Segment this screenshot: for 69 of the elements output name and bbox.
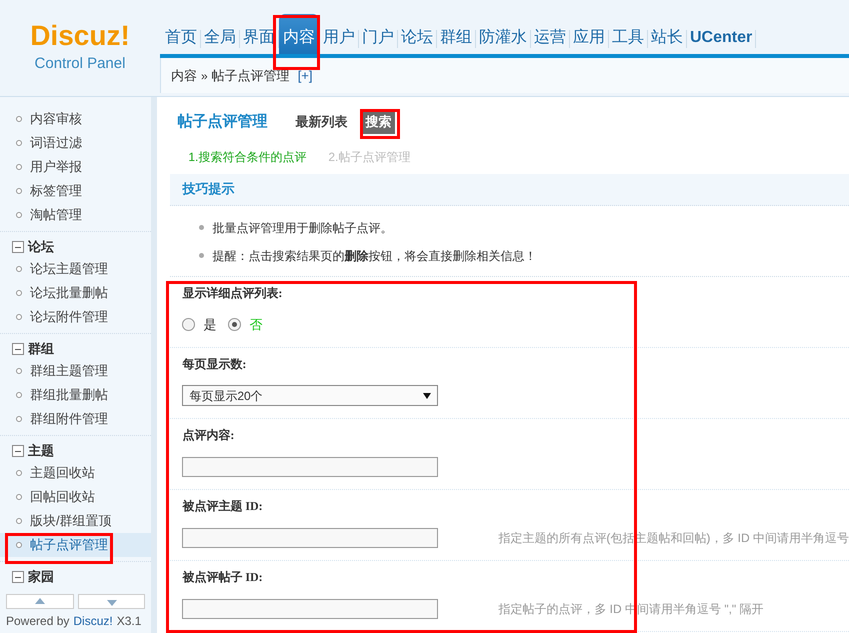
add-shortcut-link[interactable]: [+] bbox=[298, 66, 313, 86]
step-label: 1.搜索符合条件的点评 bbox=[188, 148, 306, 166]
sidebar-item[interactable]: 词语过滤 bbox=[0, 131, 152, 155]
field-label: 被点评主题 ID: bbox=[182, 498, 264, 514]
collapse-icon[interactable] bbox=[12, 343, 24, 355]
page-tab[interactable]: 最新列表 bbox=[291, 110, 352, 134]
nav-tab[interactable]: 应用 bbox=[570, 26, 608, 54]
breadcrumb-item[interactable]: 内容 bbox=[171, 66, 197, 86]
field-label: 被点评帖子 ID: bbox=[182, 568, 264, 586]
input-field[interactable] bbox=[182, 528, 438, 548]
highlight-frame bbox=[273, 15, 320, 70]
step-label: 2.帖子点评管理 bbox=[328, 148, 410, 166]
highlight-frame bbox=[360, 109, 400, 139]
nav-tab[interactable]: 全局 bbox=[201, 26, 239, 54]
sidebar-item[interactable]: 论坛附件管理 bbox=[0, 305, 152, 329]
input-field[interactable] bbox=[182, 598, 438, 618]
sidebar-item[interactable]: 论坛主题管理 bbox=[0, 257, 152, 281]
nav-tab[interactable]: 运营 bbox=[531, 26, 569, 54]
collapse-icon[interactable] bbox=[12, 445, 24, 457]
footer-text: Powered by bbox=[6, 613, 70, 630]
sidebar-group-title[interactable]: 家园 bbox=[28, 567, 54, 587]
up-arrow-icon bbox=[34, 598, 45, 606]
sidebar-item[interactable]: 版块/群组置顶 bbox=[0, 509, 152, 533]
footer-link[interactable]: Discuz! bbox=[73, 612, 113, 630]
sidebar-group-title[interactable]: 主题 bbox=[28, 441, 54, 461]
sidebar-item[interactable]: 回帖回收站 bbox=[0, 485, 152, 509]
version-text: X3.1 bbox=[116, 613, 142, 630]
nav-tab[interactable]: 论坛 bbox=[398, 26, 436, 54]
dropdown-caret-icon bbox=[423, 392, 432, 398]
sidebar-item[interactable]: 标签管理 bbox=[0, 179, 152, 203]
tip-text: 提醒：点击搜索结果页的删除按钮，将会直接删除相关信息！ bbox=[212, 248, 536, 264]
sidebar-item[interactable]: 主题回收站 bbox=[0, 461, 152, 485]
radio-label[interactable]: 是 bbox=[203, 314, 216, 334]
breadcrumb-separator: » bbox=[201, 68, 208, 84]
scroll-down-button[interactable] bbox=[78, 594, 146, 609]
nav-tab[interactable]: 界面 bbox=[240, 26, 278, 54]
nav-tab[interactable]: 工具 bbox=[609, 26, 647, 54]
tip-text: 批量点评管理用于删除帖子点评。 bbox=[212, 220, 392, 236]
collapse-icon[interactable] bbox=[12, 571, 24, 583]
nav-tab[interactable]: 防灌水 bbox=[476, 26, 530, 54]
scroll-up-button[interactable] bbox=[6, 594, 74, 609]
per-page-select[interactable]: 每页显示20个 bbox=[182, 385, 438, 406]
input-field[interactable] bbox=[182, 456, 438, 476]
down-arrow-icon bbox=[106, 598, 116, 606]
tips-title: 技巧提示 bbox=[182, 180, 234, 198]
nav-tab[interactable]: 用户 bbox=[320, 26, 358, 54]
sidebar-item[interactable]: 内容审核 bbox=[0, 107, 152, 131]
sidebar-item[interactable]: 论坛批量删帖 bbox=[0, 281, 152, 305]
logo-subtitle: Control Panel bbox=[34, 54, 126, 74]
nav-tab[interactable]: 站长 bbox=[648, 26, 686, 54]
nav-tab[interactable]: 首页 bbox=[162, 26, 200, 54]
sidebar-group-title[interactable]: 论坛 bbox=[28, 237, 54, 257]
sidebar-item[interactable]: 用户举报 bbox=[0, 155, 152, 179]
collapse-icon[interactable] bbox=[12, 241, 24, 253]
field-label: 显示详细点评列表: bbox=[182, 284, 284, 302]
sidebar-item[interactable]: 群组附件管理 bbox=[0, 407, 152, 431]
page-title: 帖子点评管理 bbox=[177, 112, 268, 132]
logo-title: Discuz! bbox=[30, 22, 130, 50]
nav-tab[interactable]: UCenter bbox=[687, 26, 756, 54]
sidebar-item[interactable]: 群组主题管理 bbox=[0, 359, 152, 383]
sidebar-item[interactable]: 淘帖管理 bbox=[0, 203, 152, 227]
nav-tab[interactable]: 门户 bbox=[359, 26, 397, 54]
radio-button[interactable] bbox=[182, 318, 196, 331]
field-label: 每页显示数: bbox=[182, 356, 248, 372]
sidebar-item[interactable]: 群组批量删帖 bbox=[0, 383, 152, 407]
radio-button[interactable] bbox=[228, 318, 242, 331]
field-label: 点评内容: bbox=[182, 426, 236, 444]
nav-tab[interactable]: 群组 bbox=[437, 26, 475, 54]
sidebar-group-title[interactable]: 群组 bbox=[28, 339, 54, 359]
